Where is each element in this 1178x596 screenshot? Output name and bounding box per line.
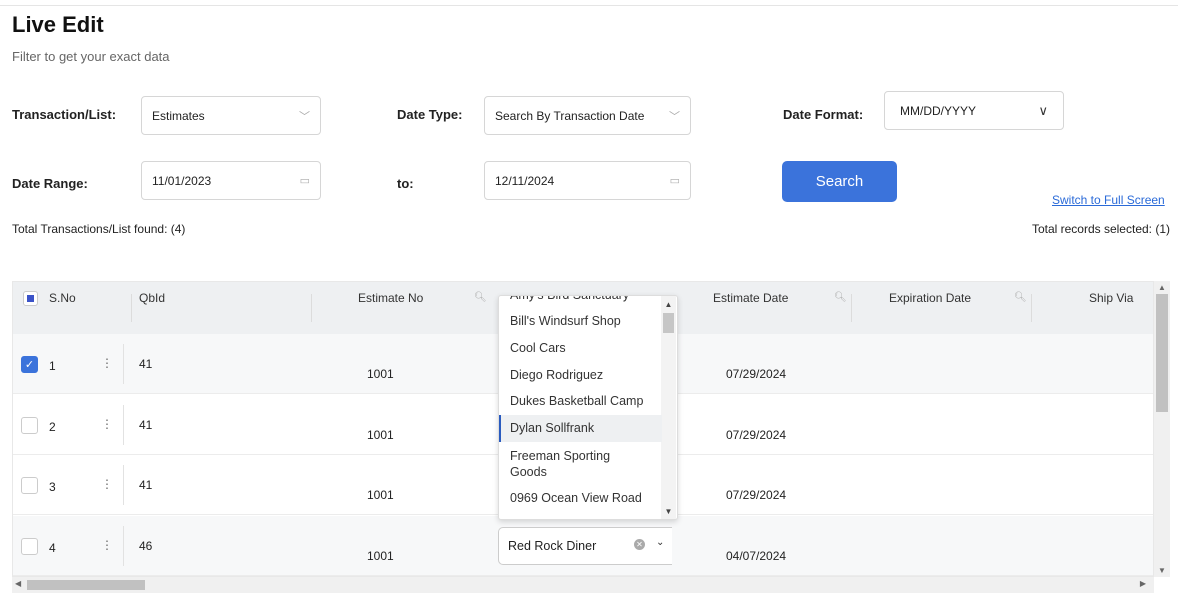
column-divider [1031, 294, 1032, 322]
column-header-estimate-no[interactable]: Estimate No [358, 291, 423, 305]
cell-estimate-no[interactable]: 1001 [367, 367, 394, 381]
search-icon[interactable]: 🔍︎ [1014, 292, 1027, 303]
top-divider [0, 5, 1178, 6]
chevron-down-icon[interactable]: ⌄ [656, 537, 664, 548]
cell-estimate-no[interactable]: 1001 [367, 428, 394, 442]
dropdown-option[interactable]: Dylan Sollfrank [499, 415, 662, 442]
cell-estimate-date[interactable]: 07/29/2024 [726, 488, 786, 502]
customer-dropdown-list: ▲ ▼ Amy's Bird Sanctuary Bill's Windsurf … [498, 295, 678, 520]
column-divider [131, 294, 132, 322]
dropdown-option[interactable]: Cool Cars [499, 341, 662, 355]
customer-select-value: Red Rock Diner [508, 539, 597, 553]
search-icon[interactable]: 🔍︎ [834, 292, 847, 303]
column-divider [123, 404, 124, 445]
dropdown-option[interactable]: Amy's Bird Sanctuary [499, 296, 662, 302]
to-label: to: [397, 176, 414, 191]
transaction-value: Estimates [152, 108, 205, 123]
dropdown-option[interactable]: Freeman Sporting Goods [499, 448, 629, 480]
cell-estimate-date[interactable]: 04/07/2024 [726, 549, 786, 563]
dropdown-option[interactable]: Dukes Basketball Camp [499, 394, 662, 408]
row-menu-icon[interactable]: ⋮ [101, 356, 113, 370]
cell-sno: 4 [49, 540, 56, 555]
cell-qbid[interactable]: 41 [139, 478, 152, 492]
scroll-down-icon[interactable]: ▼ [1154, 566, 1170, 575]
page-subtitle: Filter to get your exact data [12, 49, 170, 64]
column-header-estimate-date[interactable]: Estimate Date [713, 291, 788, 305]
scroll-up-icon[interactable]: ▲ [661, 300, 676, 309]
row-checkbox[interactable] [21, 416, 38, 434]
column-divider [123, 344, 124, 384]
dropdown-option[interactable]: 0969 Ocean View Road [499, 491, 662, 505]
cell-sno: 1 [49, 359, 56, 373]
total-selected: Total records selected: (1) [1031, 222, 1170, 236]
column-divider [311, 294, 312, 322]
row-checkbox[interactable]: ✓ [21, 356, 38, 373]
date-format-select[interactable]: MM/DD/YYYY ∨ [884, 91, 1064, 130]
vertical-scrollbar[interactable]: ▲ ▼ [1154, 281, 1170, 577]
cell-qbid[interactable]: 41 [139, 418, 152, 432]
date-format-label: Date Format: [783, 107, 864, 122]
column-divider [123, 465, 124, 505]
row-menu-icon[interactable]: ⋮ [101, 477, 113, 491]
column-header-sno[interactable]: S.No [49, 291, 76, 305]
scroll-right-icon[interactable]: ▶ [1140, 579, 1146, 588]
search-button[interactable]: Search [782, 161, 897, 202]
calendar-icon: ▭ [669, 175, 680, 187]
customer-select[interactable]: Red Rock Diner ✕ ⌄ [498, 527, 672, 565]
column-divider [123, 525, 124, 566]
switch-full-screen-link[interactable]: Switch to Full Screen [1052, 193, 1165, 207]
chevron-down-icon: ∨ [1038, 102, 1048, 118]
row-checkbox[interactable] [21, 477, 38, 494]
date-from-value: 11/01/2023 [152, 173, 212, 188]
dropdown-option[interactable]: Bill's Windsurf Shop [499, 314, 662, 328]
scroll-down-icon[interactable]: ▼ [661, 507, 676, 516]
column-divider [851, 294, 852, 322]
scroll-left-icon[interactable]: ◀ [15, 579, 21, 588]
scroll-thumb[interactable] [27, 580, 145, 590]
transaction-label: Transaction/List: [12, 107, 117, 122]
cell-estimate-date[interactable]: 07/29/2024 [726, 428, 786, 442]
search-icon[interactable]: 🔍︎ [474, 292, 487, 303]
row-menu-icon[interactable]: ⋮ [101, 417, 113, 431]
date-to-value: 12/11/2024 [495, 173, 555, 188]
chevron-down-icon: ﹀ [669, 110, 680, 123]
dropdown-option[interactable]: Diego Rodriguez [499, 368, 662, 382]
column-header-qbid[interactable]: QbId [139, 291, 165, 305]
scroll-thumb[interactable] [1156, 294, 1168, 412]
date-type-select[interactable]: Search By Transaction Date ﹀ [484, 96, 691, 135]
cell-qbid[interactable]: 41 [139, 357, 152, 371]
cell-estimate-no[interactable]: 1001 [367, 549, 394, 563]
select-all-checkbox[interactable] [23, 291, 38, 306]
column-header-ship-via[interactable]: Ship Via [1089, 291, 1133, 305]
total-found: Total Transactions/List found: (4) [12, 222, 186, 236]
transaction-select[interactable]: Estimates ﹀ [141, 96, 321, 135]
page-title: Live Edit [12, 12, 104, 37]
row-checkbox[interactable] [21, 537, 38, 555]
row-menu-icon[interactable]: ⋮ [101, 538, 113, 552]
cell-qbid[interactable]: 46 [139, 539, 152, 553]
chevron-down-icon: ﹀ [299, 110, 310, 123]
scroll-up-icon[interactable]: ▲ [1154, 283, 1170, 292]
cell-estimate-date[interactable]: 07/29/2024 [726, 367, 786, 381]
calendar-icon: ▭ [299, 175, 310, 187]
cell-estimate-no[interactable]: 1001 [367, 488, 394, 502]
date-range-label: Date Range: [12, 176, 88, 191]
scroll-thumb[interactable] [663, 313, 674, 333]
date-from-input[interactable]: 11/01/2023 ▭ [141, 161, 321, 200]
horizontal-scrollbar[interactable]: ◀ ▶ [12, 577, 1154, 593]
clear-icon[interactable]: ✕ [634, 539, 645, 550]
dropdown-scrollbar[interactable]: ▲ ▼ [661, 296, 676, 519]
column-header-expiration-date[interactable]: Expiration Date [889, 291, 971, 305]
date-format-value: MM/DD/YYYY [900, 103, 977, 118]
date-to-input[interactable]: 12/11/2024 ▭ [484, 161, 691, 200]
date-type-value: Search By Transaction Date [495, 108, 645, 123]
cell-sno: 3 [49, 480, 56, 494]
cell-sno: 2 [49, 419, 56, 434]
date-type-label: Date Type: [397, 107, 463, 122]
